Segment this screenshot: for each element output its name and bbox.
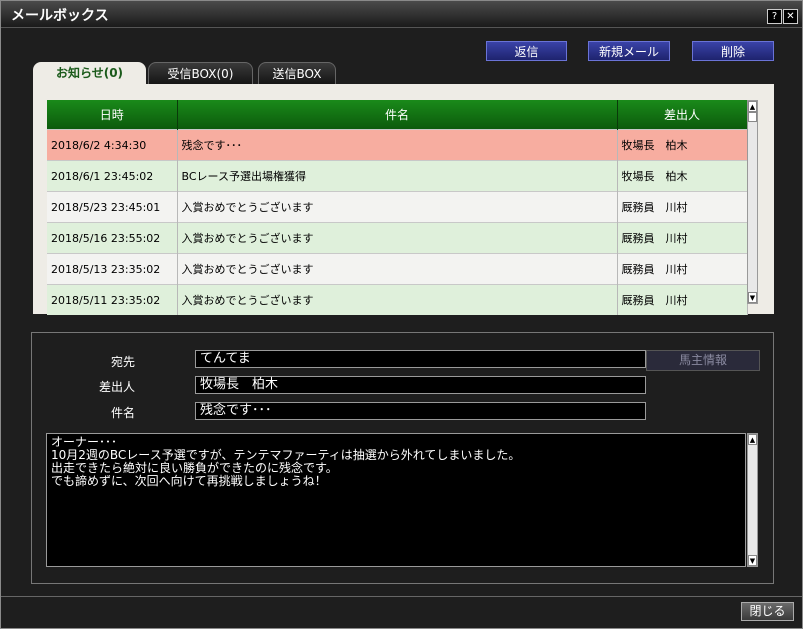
row-sender: 厩務員 川村 — [617, 284, 748, 315]
footer-bar — [1, 596, 802, 629]
row-date: 2018/6/2 4:34:30 — [47, 129, 178, 161]
row-subject: BCレース予選出場権獲得 — [177, 160, 618, 192]
mailbox-window: メールボックス ? ✕ 返信 新規メール 削除 お知らせ(0) 受信BOX(0)… — [0, 0, 803, 629]
window-title: メールボックス — [11, 8, 109, 24]
row-date: 2018/5/16 23:55:02 — [47, 222, 178, 254]
table-row[interactable]: 2018/5/16 23:55:02 入賞おめでとうございます 厩務員 川村 — [47, 222, 748, 254]
body-line: でも諦めずに、次回へ向けて再挑戦しましょうね！ — [51, 474, 327, 488]
scroll-up-arrow-icon[interactable]: ▲ — [748, 101, 757, 112]
reply-button[interactable]: 返信 — [486, 41, 567, 61]
table-row[interactable]: 2018/5/13 23:35:02 入賞おめでとうございます 厩務員 川村 — [47, 253, 748, 285]
close-icon[interactable]: ✕ — [783, 9, 798, 24]
row-sender: 厩務員 川村 — [617, 222, 748, 254]
table-row[interactable]: 2018/5/23 23:45:01 入賞おめでとうございます 厩務員 川村 — [47, 191, 748, 223]
subject-label: 件名 — [110, 406, 135, 420]
mail-body: オーナー･･･ 10月2週のBCレース予選ですが、テンテマファーティは抽選から外… — [46, 433, 746, 567]
new-mail-button[interactable]: 新規メール — [588, 41, 670, 61]
row-subject: 入賞おめでとうございます — [177, 253, 618, 285]
horse-owner-info-button[interactable]: 馬主情報 — [646, 350, 760, 371]
row-date: 2018/5/13 23:35:02 — [47, 253, 178, 285]
tab-inbox[interactable]: 受信BOX(0) — [148, 62, 253, 84]
from-field: 牧場長 柏木 — [195, 376, 646, 394]
column-header-sender[interactable]: 差出人 — [617, 100, 748, 130]
tab-sent[interactable]: 送信BOX — [258, 62, 336, 84]
mail-body-scrollbar[interactable]: ▲ ▼ — [747, 433, 758, 567]
table-row[interactable]: 2018/6/2 4:34:30 残念です･･･ 牧場長 柏木 — [47, 129, 748, 161]
row-sender: 牧場長 柏木 — [617, 160, 748, 192]
mail-list-panel: 日時 件名 差出人 2018/6/2 4:34:30 残念です･･･ 牧場長 柏… — [33, 84, 774, 315]
table-header-row: 日時 件名 差出人 — [47, 100, 748, 130]
row-subject: 入賞おめでとうございます — [177, 222, 618, 254]
scroll-down-arrow-icon[interactable]: ▼ — [748, 555, 757, 566]
row-subject: 残念です･･･ — [177, 129, 618, 161]
to-label: 宛先 — [110, 355, 135, 369]
scroll-up-arrow-icon[interactable]: ▲ — [748, 434, 757, 445]
scroll-thumb[interactable] — [748, 112, 757, 122]
row-date: 2018/6/1 23:45:02 — [47, 160, 178, 192]
to-field: てんてま — [195, 350, 646, 368]
table-row[interactable]: 2018/6/1 23:45:02 BCレース予選出場権獲得 牧場長 柏木 — [47, 160, 748, 192]
delete-button[interactable]: 削除 — [692, 41, 774, 61]
subject-field: 残念です･･･ — [195, 402, 646, 420]
help-icon[interactable]: ? — [767, 9, 782, 24]
mail-table: 日時 件名 差出人 2018/6/2 4:34:30 残念です･･･ 牧場長 柏… — [47, 100, 748, 315]
row-date: 2018/5/11 23:35:02 — [47, 284, 178, 315]
mail-list-scrollbar[interactable]: ▲ ▼ — [747, 100, 758, 304]
close-button[interactable]: 閉じる — [741, 602, 794, 621]
row-sender: 厩務員 川村 — [617, 253, 748, 285]
row-date: 2018/5/23 23:45:01 — [47, 191, 178, 223]
column-header-subject[interactable]: 件名 — [177, 100, 618, 130]
from-label: 差出人 — [98, 380, 135, 394]
tab-notices[interactable]: お知らせ(0) — [33, 62, 146, 84]
title-bar: メールボックス ? ✕ — [1, 1, 802, 28]
row-subject: 入賞おめでとうございます — [177, 191, 618, 223]
scroll-down-arrow-icon[interactable]: ▼ — [748, 292, 757, 303]
row-sender: 牧場長 柏木 — [617, 129, 748, 161]
column-header-date[interactable]: 日時 — [47, 100, 178, 130]
row-subject: 入賞おめでとうございます — [177, 284, 618, 315]
table-row[interactable]: 2018/5/11 23:35:02 入賞おめでとうございます 厩務員 川村 — [47, 284, 748, 315]
row-sender: 厩務員 川村 — [617, 191, 748, 223]
